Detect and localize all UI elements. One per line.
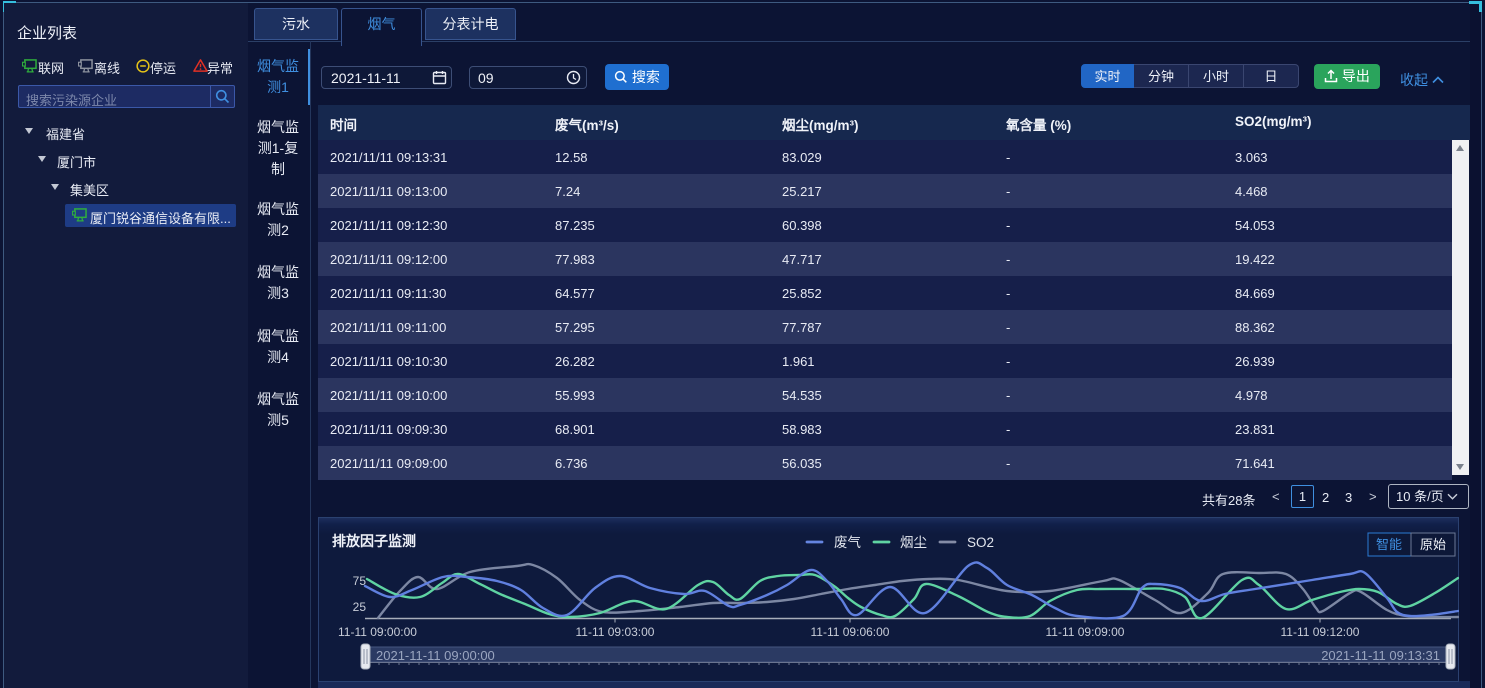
svg-text:11-11 09:09:00: 11-11 09:09:00 [1046, 625, 1125, 639]
svg-text:废气: 废气 [834, 535, 861, 550]
svg-text:原始: 原始 [1420, 537, 1446, 552]
svg-text:11-11 09:03:00: 11-11 09:03:00 [576, 625, 655, 639]
svg-text:25: 25 [353, 600, 367, 614]
svg-text:2021-11-11 09:00:00: 2021-11-11 09:00:00 [376, 648, 495, 663]
svg-text:SO2: SO2 [967, 535, 994, 550]
svg-text:智能: 智能 [1376, 537, 1402, 552]
svg-text:排放因子监测: 排放因子监测 [332, 533, 416, 549]
svg-text:11-11 09:06:00: 11-11 09:06:00 [811, 625, 890, 639]
svg-text:烟尘: 烟尘 [900, 535, 927, 550]
svg-text:11-11 09:12:00: 11-11 09:12:00 [1281, 625, 1360, 639]
svg-text:11-11 09:00:00: 11-11 09:00:00 [338, 625, 417, 639]
svg-text:2021-11-11 09:13:31: 2021-11-11 09:13:31 [1321, 648, 1440, 663]
